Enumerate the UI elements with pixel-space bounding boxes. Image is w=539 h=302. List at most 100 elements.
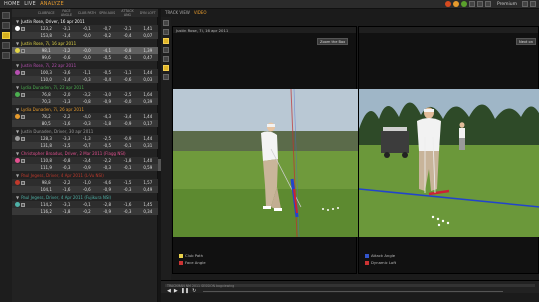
expand-icon[interactable]: ▼ <box>16 85 19 90</box>
session-row[interactable]: 99,6 -0,6 -0,0 -0,5 -0,1 0,47 <box>12 54 158 61</box>
checkbox-icon[interactable] <box>21 180 25 185</box>
session-title[interactable]: ▼ Justin Rose, Driver, 16 apr 2011 <box>12 18 158 25</box>
color-dot-icon[interactable] <box>15 180 20 185</box>
step-back-icon[interactable]: ◀ <box>167 288 171 294</box>
session-title[interactable]: ▼ Justin Rose, 7i, 22 apr 2011 <box>12 62 158 69</box>
color-dot-icon[interactable] <box>15 70 20 75</box>
golf-swing-video-left[interactable] <box>173 89 358 237</box>
expand-icon[interactable]: ▼ <box>16 195 19 200</box>
checkbox-icon[interactable] <box>21 202 25 207</box>
session-row[interactable]: 98,8 -2,2 -1,0 -4,6 -1,5 1,57 <box>12 179 158 186</box>
minimize-icon[interactable] <box>522 1 528 7</box>
color-tool-icon[interactable] <box>163 65 169 71</box>
column-header[interactable]: CLUBFACE <box>36 11 56 15</box>
session-row[interactable]: 153,8 -1,4 -0,0 -0,2 -0,4 0,07 <box>12 32 158 39</box>
premium-label[interactable]: Premium <box>497 2 517 7</box>
expand-icon[interactable]: ▼ <box>16 107 19 112</box>
color-dot-icon[interactable] <box>15 202 20 207</box>
table-cell: -3,6 <box>62 70 71 75</box>
nav-home[interactable]: HOME <box>4 1 20 7</box>
nav-live[interactable]: LIVE <box>24 1 36 7</box>
session-title[interactable]: ▼ Paul Jegess, Driver, 4 Apr 2011 (L-Vu N… <box>12 172 158 179</box>
timeline[interactable]: TRACKMAN NM 2011 SESSION bagviewing <box>165 284 535 288</box>
close-icon[interactable] <box>530 1 536 7</box>
erase-tool-icon[interactable] <box>163 74 169 80</box>
color-dot-icon[interactable] <box>15 136 20 141</box>
checkbox-icon[interactable] <box>21 92 25 97</box>
checkbox-icon[interactable] <box>21 136 25 141</box>
golf-swing-video-right[interactable] <box>359 89 539 237</box>
column-header[interactable]: ATTACK ANG <box>117 9 137 17</box>
ok-icon[interactable] <box>460 1 467 7</box>
expand-icon[interactable]: ▼ <box>16 19 19 24</box>
angle-tool-icon[interactable] <box>163 47 169 53</box>
session-row[interactable]: 116,2 -1,8 -0,2 -0,9 -0,3 0,34 <box>12 208 158 215</box>
session-row[interactable]: 80,5 -1,6 -0,3 -1,8 -0,9 0,17 <box>12 120 158 127</box>
help-icon[interactable] <box>476 1 483 7</box>
view-tabs: TRACK VIEW VIDEO <box>161 9 539 16</box>
next-on-button[interactable]: Next on <box>516 38 536 45</box>
column-header[interactable]: DYN LOFT <box>138 11 158 15</box>
color-dot-icon[interactable] <box>15 48 20 53</box>
session-title[interactable]: ▼ Christopher Broadus, Driver, 2 Mar 2011… <box>12 150 158 157</box>
chart-icon[interactable] <box>2 42 10 49</box>
export-icon[interactable] <box>2 52 10 59</box>
nav-analyze[interactable]: ANALYZE <box>40 1 64 7</box>
expand-icon[interactable]: ▼ <box>16 173 19 178</box>
tab-video[interactable]: VIDEO <box>194 10 207 15</box>
session-title[interactable]: ▼ Justin Rose, 7i, 16 apr 2011 <box>12 40 158 47</box>
list-icon[interactable] <box>2 12 10 19</box>
column-header[interactable]: FACE ANGLE <box>56 9 76 17</box>
video-pane-left[interactable]: Justin Rose, 7i, 16 apr 2011 Zoom the Bo… <box>172 26 358 274</box>
session-row[interactable]: 123,2 -3,1 -0,1 -0,7 -2,1 1,41 <box>12 25 158 32</box>
tab-track-view[interactable]: TRACK VIEW <box>165 10 190 15</box>
checkbox-icon[interactable] <box>21 70 25 75</box>
session-row[interactable]: 104,1 -1,6 -0,6 -0,9 -0,3 0,49 <box>12 186 158 193</box>
checkbox-icon[interactable] <box>21 114 25 119</box>
warning-icon[interactable] <box>452 1 459 7</box>
draw-tool-icon[interactable] <box>163 38 169 44</box>
session-row[interactable]: 111,9 -0,3 -0,9 -0,3 -0,1 0,59 <box>12 164 158 171</box>
session-row[interactable]: 110,8 -0,8 -3,4 -2,2 -1,8 1,40 <box>12 157 158 164</box>
user-icon[interactable] <box>484 1 491 7</box>
column-header[interactable]: CLUB PATH <box>77 11 97 15</box>
session-row[interactable]: 128,3 -3,3 -1,3 -2,5 -0,9 1,44 <box>12 135 158 142</box>
color-dot-icon[interactable] <box>15 26 20 31</box>
zoom-box-button[interactable]: Zoom the Box <box>317 38 349 45</box>
column-header[interactable]: SPIN AXIS <box>97 11 117 15</box>
session-title[interactable]: ▼ Lydia Dunaden, 7i, 22 apr 2011 <box>12 84 158 91</box>
color-dot-icon[interactable] <box>15 158 20 163</box>
color-dot-icon[interactable] <box>15 92 20 97</box>
filter-icon[interactable] <box>2 22 10 29</box>
session-row[interactable]: 110,0 -1,4 -0,3 -0,4 -0,6 0,03 <box>12 76 158 83</box>
loop-icon[interactable]: ↻ <box>192 288 196 294</box>
scrubber[interactable] <box>203 291 503 292</box>
session-row[interactable]: 114,2 -3,1 -0,1 -2,8 -1,6 1,45 <box>12 201 158 208</box>
alert-icon[interactable] <box>444 1 451 7</box>
line-tool-icon[interactable] <box>163 29 169 35</box>
checkbox-icon[interactable] <box>21 26 25 31</box>
circle-tool-icon[interactable] <box>163 56 169 62</box>
session-row[interactable]: 78,2 -2,2 -4,0 -4,3 -3,4 1,44 <box>12 113 158 120</box>
session-title[interactable]: ▼ Paul Jegess, Driver, 4 Apr 2011 (Fujiku… <box>12 194 158 201</box>
highlight-icon[interactable] <box>2 32 10 39</box>
session-row[interactable]: 131,8 -1,5 -0,7 -0,5 -0,1 0,31 <box>12 142 158 149</box>
color-dot-icon[interactable] <box>15 114 20 119</box>
expand-icon[interactable]: ▼ <box>16 41 19 46</box>
pause-icon[interactable]: ❚❚ <box>181 288 189 294</box>
settings-icon[interactable] <box>468 1 475 7</box>
session-title[interactable]: ▼ Lydia Dunaden, 7i, 26 apr 2011 <box>12 106 158 113</box>
expand-icon[interactable]: ▼ <box>16 151 19 156</box>
session-row[interactable]: 100,3 -3,6 -1,1 -0,5 -1,1 1,44 <box>12 69 158 76</box>
pointer-icon[interactable] <box>163 20 169 26</box>
video-pane-right[interactable]: Next on Attack Angle Dynamic Loft <box>358 26 539 274</box>
checkbox-icon[interactable] <box>21 48 25 53</box>
session-title[interactable]: ▼ Justin Dunaden, Driver, 30 apr 2011 <box>12 128 158 135</box>
session-row[interactable]: 98,1 -1,2 -0,0 -4,1 -0,8 1,39 <box>12 47 158 54</box>
play-icon[interactable]: ▶ <box>174 288 178 294</box>
checkbox-icon[interactable] <box>21 158 25 163</box>
expand-icon[interactable]: ▼ <box>16 129 19 134</box>
expand-icon[interactable]: ▼ <box>16 63 19 68</box>
session-row[interactable]: 76,8 -2,0 -3,2 -3,0 -2,5 1,64 <box>12 91 158 98</box>
session-row[interactable]: 70,3 -1,3 -0,8 -0,9 -0,0 0,39 <box>12 98 158 105</box>
